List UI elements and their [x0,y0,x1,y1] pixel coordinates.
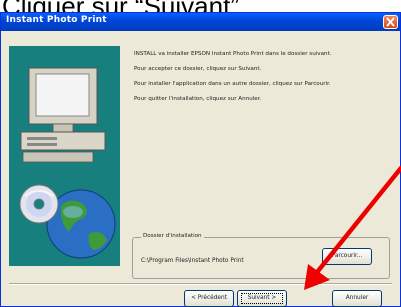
instructions-text: INSTALL va installer EPSON Instant Photo… [134,51,394,111]
next-button[interactable]: Suivant > [237,290,287,307]
install-folder-group: Dossier d'installation C:\Program Files\… [132,233,390,279]
back-button[interactable]: < Précédent [184,290,234,307]
computer-monitor-icon [20,67,106,163]
instruction-quit: Pour quitter l'installation, cliquez sur… [134,96,262,102]
computer-globe-illustration [9,46,120,266]
install-path-value: C:\Program Files\Instant Photo Print [141,258,244,264]
close-icon [386,17,395,27]
cd-disc-icon [19,184,59,224]
installer-window: Instant Photo Print INSTALL va installer… [0,12,401,307]
browse-button[interactable]: Parcourir... [322,248,372,265]
focus-outline [241,293,283,304]
instruction-browse: Pour installer l'application dans un aut… [134,81,331,87]
title-bar: Instant Photo Print [1,13,400,31]
instruction-accept: Pour accepter ce dossier, cliquez sur Su… [134,66,262,72]
cancel-button[interactable]: Annuler [332,290,382,307]
separator [9,283,392,285]
window-title: Instant Photo Print [6,15,107,25]
install-folder-label: Dossier d'installation [141,233,204,239]
instruction-intro: INSTALL va installer EPSON Instant Photo… [134,51,332,57]
close-button[interactable] [383,15,398,29]
